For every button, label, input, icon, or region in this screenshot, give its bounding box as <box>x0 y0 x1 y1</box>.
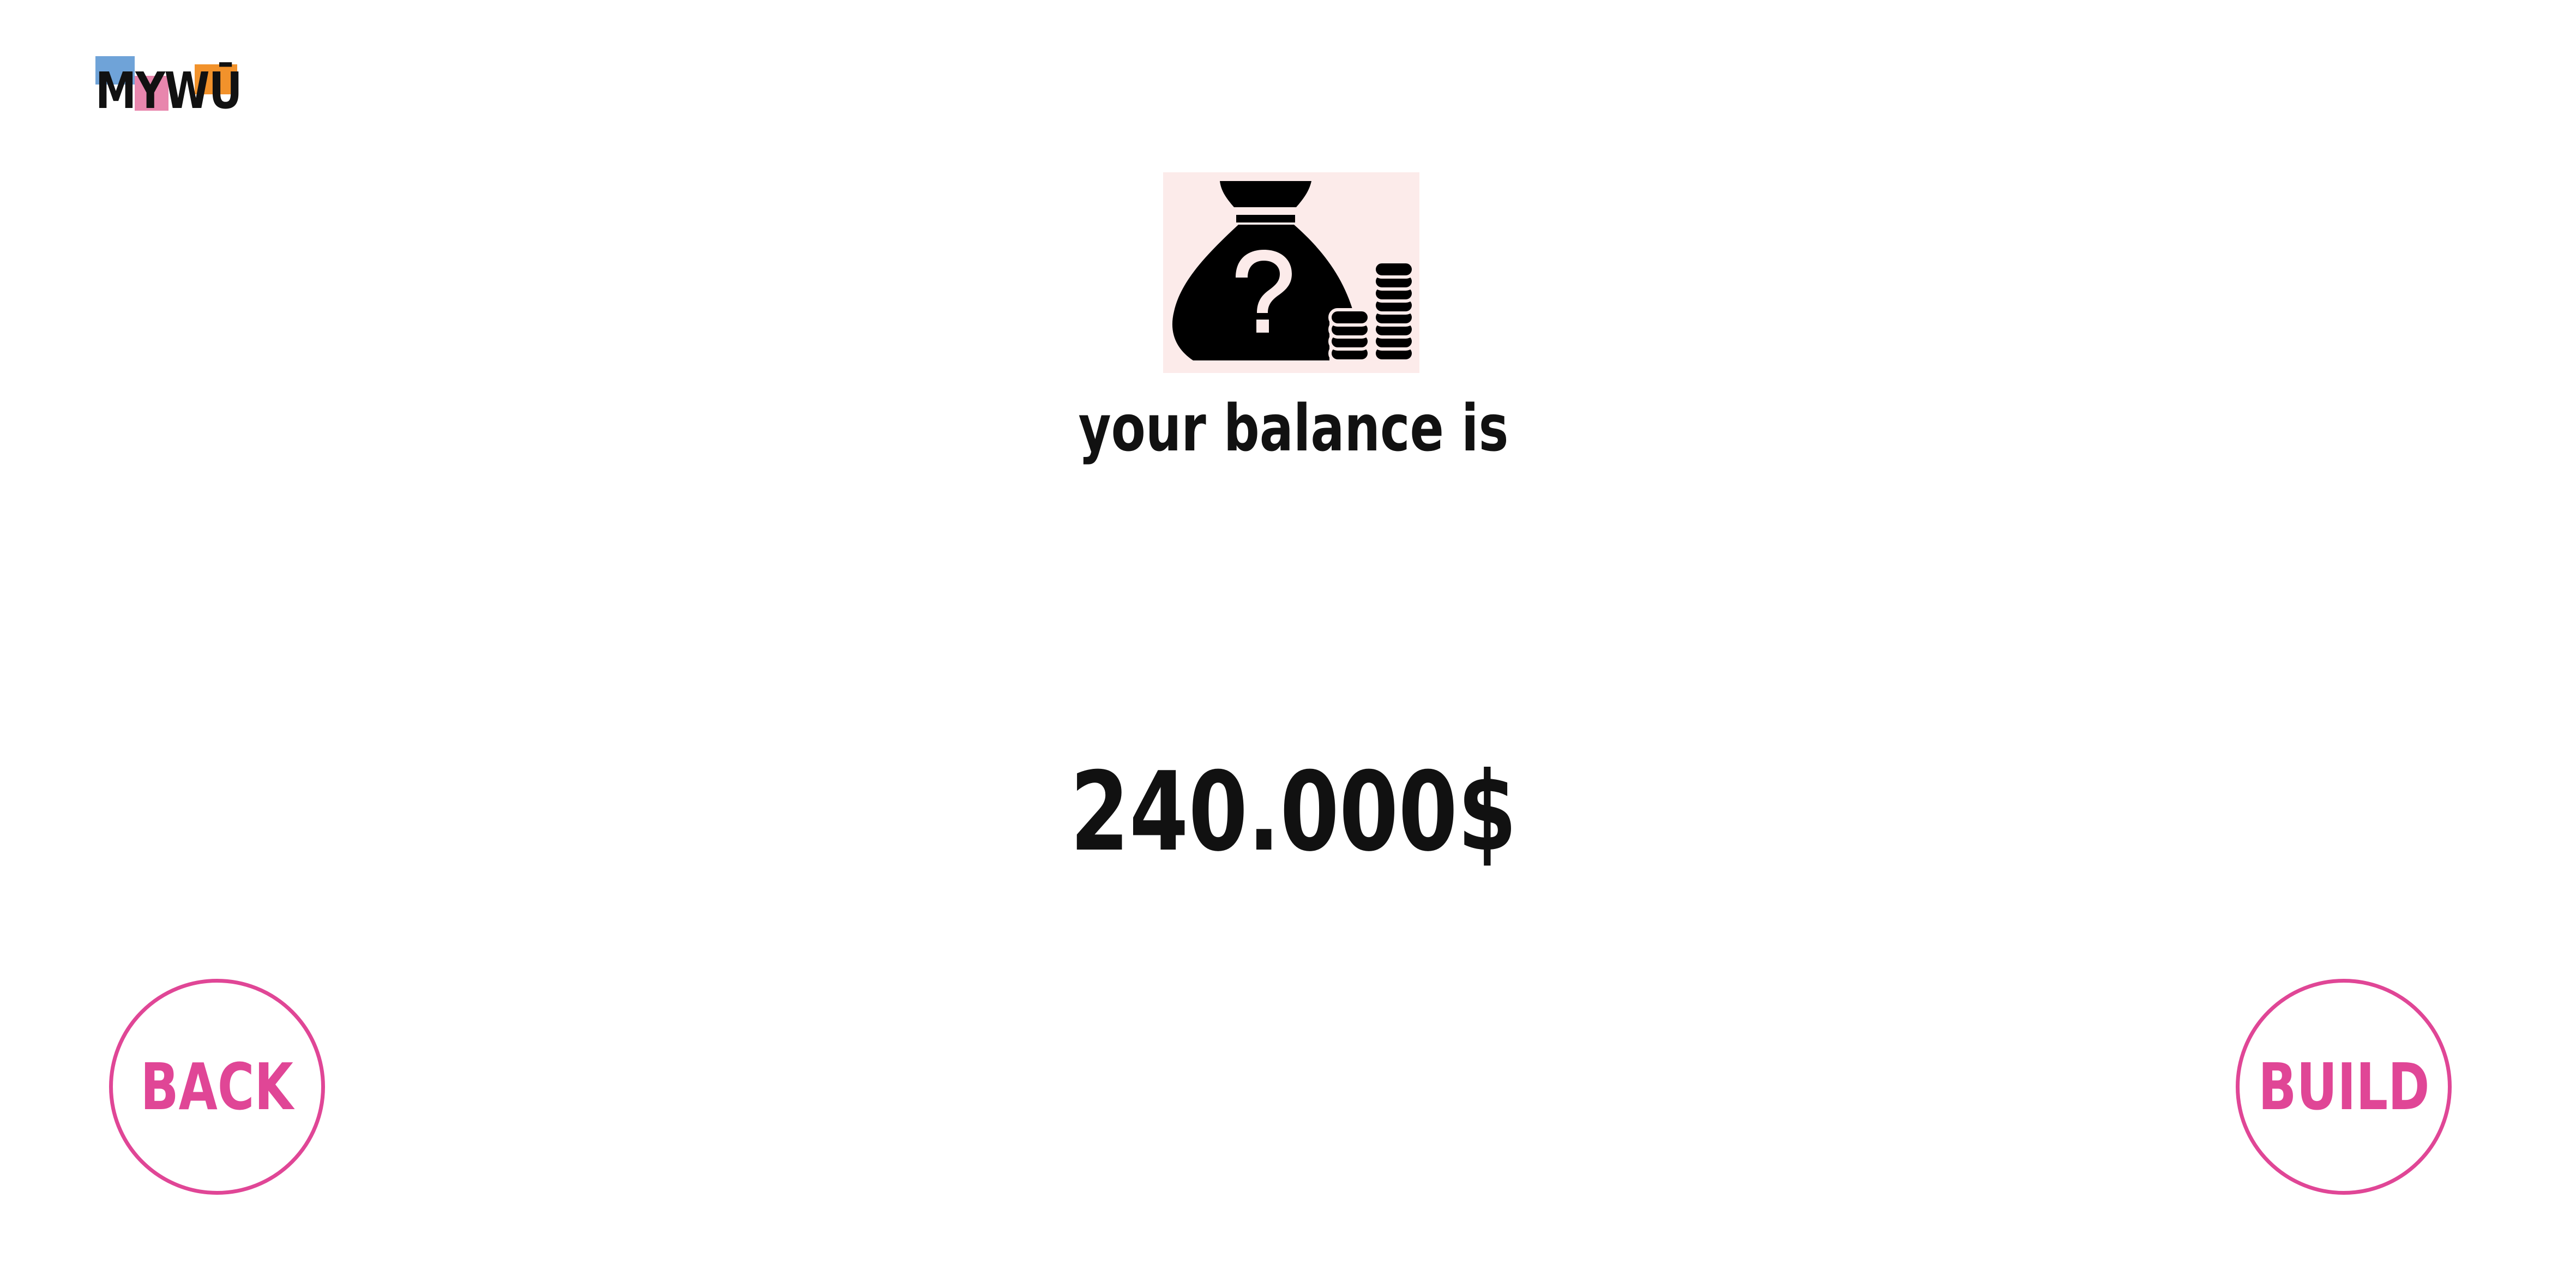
build-button[interactable]: BUILD <box>2236 979 2452 1195</box>
balance-screen: MYWŪ your balance is 240.000$ BACK BUILD <box>0 0 2576 1288</box>
money-bag-illustration <box>1163 172 1419 373</box>
back-button-label: BACK <box>140 1049 294 1124</box>
build-button-label: BUILD <box>2258 1049 2430 1124</box>
money-bag-question-icon <box>1172 181 1415 363</box>
balance-amount: 240.000$ <box>1070 749 1517 876</box>
logo-text: MYWŪ <box>95 62 242 120</box>
back-button[interactable]: BACK <box>109 979 325 1195</box>
balance-label: your balance is <box>1078 390 1509 466</box>
app-logo[interactable]: MYWŪ <box>95 56 242 116</box>
